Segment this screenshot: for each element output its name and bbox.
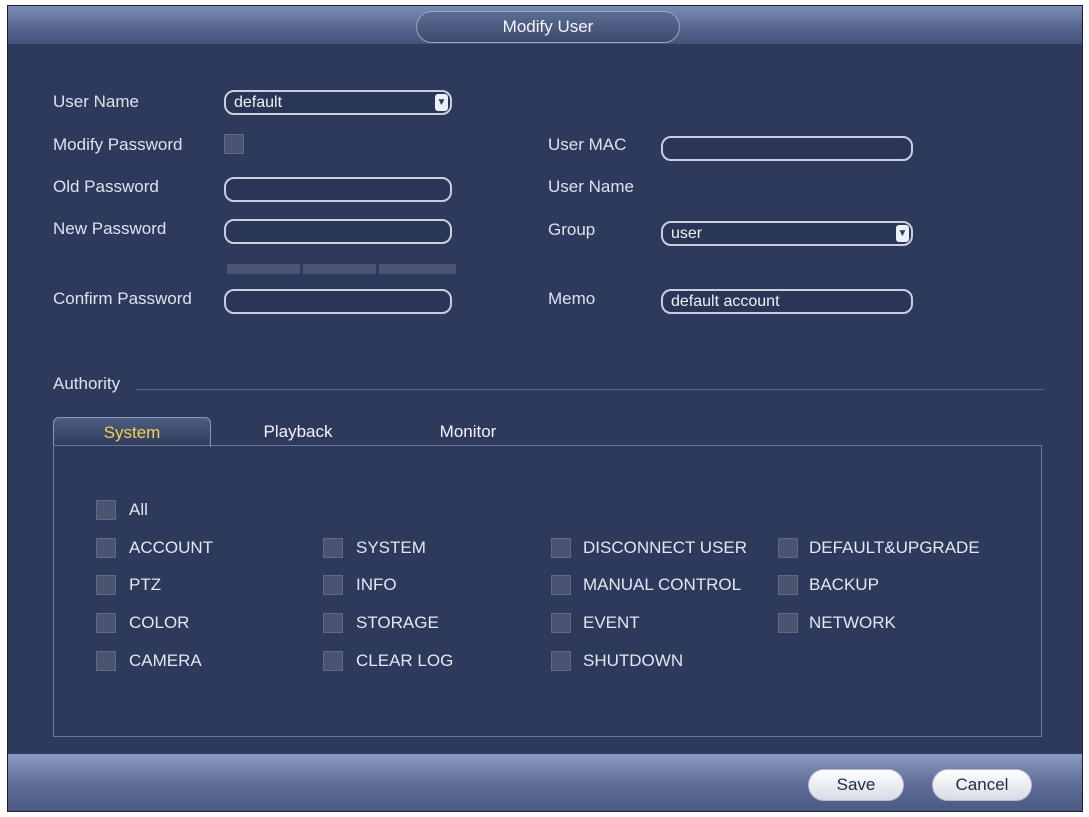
save-button[interactable]: Save: [808, 769, 904, 801]
new-password-label: New Password: [53, 219, 167, 238]
password-strength-bar-strong: [379, 264, 456, 274]
user-name-label: User Name: [53, 92, 139, 111]
user-name-value: default: [234, 94, 283, 111]
tab-system[interactable]: System: [53, 417, 211, 447]
user-mac-label: User MAC: [548, 135, 627, 154]
checkbox-all[interactable]: [96, 500, 116, 520]
old-password-label: Old Password: [53, 177, 159, 196]
memo-value: default account: [671, 293, 780, 310]
checkbox-shutdown-label: SHUTDOWN: [583, 651, 684, 670]
modify-user-dialog: Modify User User Name default ▼ Modify P…: [7, 5, 1083, 812]
title-bar: Modify User: [8, 6, 1082, 44]
checkbox-all-label: All: [129, 500, 148, 519]
modify-password-checkbox[interactable]: [224, 134, 244, 154]
group-label: Group: [548, 220, 596, 239]
authority-panel: [53, 445, 1042, 737]
tab-playback[interactable]: Playback: [223, 417, 373, 447]
user-mac-input[interactable]: [661, 136, 913, 161]
cancel-button[interactable]: Cancel: [932, 769, 1032, 801]
checkbox-clear-log[interactable]: [323, 651, 343, 671]
checkbox-info[interactable]: [323, 575, 343, 595]
old-password-input[interactable]: [224, 177, 452, 202]
new-password-input[interactable]: [224, 219, 452, 244]
checkbox-backup[interactable]: [778, 575, 798, 595]
group-select[interactable]: user ▼: [661, 221, 913, 246]
checkbox-event[interactable]: [551, 613, 571, 633]
checkbox-disconnect-user-label: DISCONNECT USER: [583, 538, 748, 557]
modify-password-label: Modify Password: [53, 135, 183, 154]
checkbox-system[interactable]: [323, 538, 343, 558]
checkbox-disconnect-user[interactable]: [551, 538, 571, 558]
memo-input[interactable]: default account: [661, 289, 913, 314]
right-user-name-label: User Name: [548, 177, 634, 196]
authority-divider: [136, 389, 1044, 390]
password-strength-bar-weak: [227, 264, 300, 274]
chevron-down-icon[interactable]: ▼: [896, 225, 909, 242]
checkbox-clear-log-label: CLEAR LOG: [356, 651, 454, 670]
checkbox-network[interactable]: [778, 613, 798, 633]
user-name-select[interactable]: default ▼: [224, 90, 452, 115]
confirm-password-input[interactable]: [224, 289, 452, 314]
checkbox-ptz[interactable]: [96, 575, 116, 595]
checkbox-system-label: SYSTEM: [356, 538, 426, 557]
checkbox-ptz-label: PTZ: [129, 575, 162, 594]
authority-label: Authority: [53, 374, 121, 393]
checkbox-manual-control-label: MANUAL CONTROL: [583, 575, 742, 594]
checkbox-account-label: ACCOUNT: [129, 538, 214, 557]
tab-monitor[interactable]: Monitor: [393, 417, 543, 447]
checkbox-account[interactable]: [96, 538, 116, 558]
checkbox-color[interactable]: [96, 613, 116, 633]
checkbox-camera[interactable]: [96, 651, 116, 671]
checkbox-camera-label: CAMERA: [129, 651, 202, 670]
checkbox-storage-label: STORAGE: [356, 613, 439, 632]
checkbox-shutdown[interactable]: [551, 651, 571, 671]
checkbox-default-upgrade[interactable]: [778, 538, 798, 558]
checkbox-default-upgrade-label: DEFAULT&UPGRADE: [809, 538, 980, 557]
checkbox-color-label: COLOR: [129, 613, 190, 632]
dialog-title: Modify User: [416, 11, 680, 43]
checkbox-backup-label: BACKUP: [809, 575, 879, 594]
chevron-down-icon[interactable]: ▼: [435, 94, 448, 111]
memo-label: Memo: [548, 289, 596, 308]
group-value: user: [671, 225, 703, 242]
checkbox-network-label: NETWORK: [809, 613, 896, 632]
password-strength-bar-medium: [303, 264, 376, 274]
checkbox-event-label: EVENT: [583, 613, 640, 632]
footer-bar: [8, 754, 1082, 811]
confirm-password-label: Confirm Password: [53, 289, 192, 308]
checkbox-info-label: INFO: [356, 575, 397, 594]
checkbox-storage[interactable]: [323, 613, 343, 633]
checkbox-manual-control[interactable]: [551, 575, 571, 595]
